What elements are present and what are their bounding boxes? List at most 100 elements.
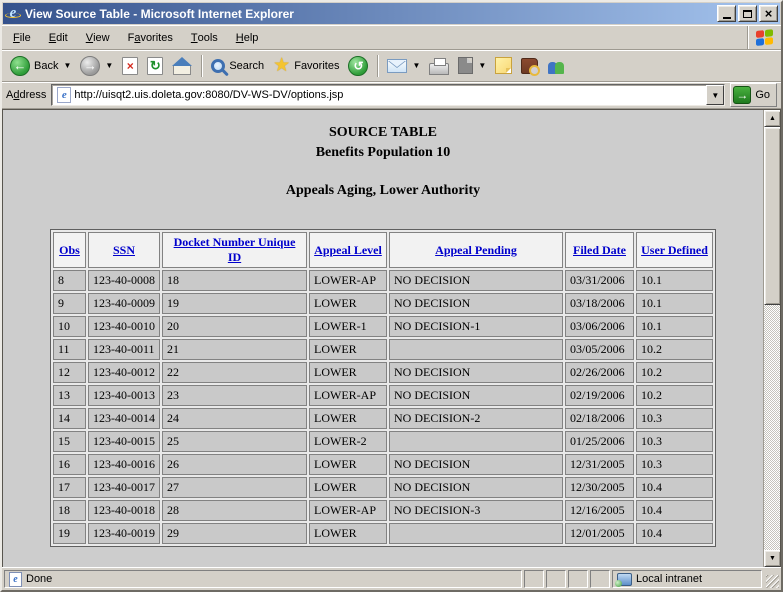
cell-docket: 28 — [162, 500, 307, 521]
col-header-user-defined[interactable]: User Defined — [636, 232, 713, 268]
favorites-star-icon: ★ — [273, 56, 290, 75]
browser-viewport: SOURCE TABLE Benefits Population 10 Appe… — [2, 109, 781, 567]
cell-filed_date: 02/19/2006 — [565, 385, 634, 406]
discuss-note-icon — [495, 57, 512, 74]
cell-ssn: 123-40-0011 — [88, 339, 160, 360]
page-content: SOURCE TABLE Benefits Population 10 Appe… — [3, 110, 763, 567]
col-header-appeal-level[interactable]: Appeal Level — [309, 232, 387, 268]
mail-dropdown-icon[interactable]: ▼ — [412, 61, 420, 70]
go-button[interactable]: → Go — [730, 83, 777, 107]
cell-appeal_pending: NO DECISION — [389, 477, 563, 498]
windows-flag-icon — [756, 29, 774, 47]
home-button[interactable] — [168, 52, 196, 80]
resize-grip[interactable] — [766, 575, 779, 588]
address-label: Address — [6, 89, 46, 101]
col-header-filed-date[interactable]: Filed Date — [565, 232, 634, 268]
scroll-up-button[interactable]: ▲ — [764, 110, 781, 127]
forward-dropdown-icon[interactable]: ▼ — [105, 61, 113, 70]
cell-docket: 26 — [162, 454, 307, 475]
cell-docket: 22 — [162, 362, 307, 383]
table-row: 16123-40-001626LOWERNO DECISION12/31/200… — [53, 454, 713, 475]
cell-user_defined: 10.4 — [636, 477, 713, 498]
cell-ssn: 123-40-0009 — [88, 293, 160, 314]
print-icon — [429, 63, 449, 75]
maximize-button[interactable] — [738, 5, 757, 22]
menu-item-file[interactable]: File — [4, 26, 40, 49]
col-header-ssn[interactable]: SSN — [88, 232, 160, 268]
cell-appeal_pending: NO DECISION — [389, 362, 563, 383]
menu-item-edit[interactable]: Edit — [40, 26, 77, 49]
search-button[interactable]: Search — [207, 52, 268, 80]
status-text: Done — [26, 573, 52, 585]
cell-appeal_level: LOWER — [309, 293, 387, 314]
cell-filed_date: 01/25/2006 — [565, 431, 634, 452]
menu-item-view[interactable]: View — [77, 26, 119, 49]
address-input[interactable]: e http://uisqt2.uis.doleta.gov:8080/DV-W… — [51, 84, 725, 106]
table-row: 18123-40-001828LOWER-APNO DECISION-312/1… — [53, 500, 713, 521]
search-icon — [211, 59, 225, 73]
cell-ssn: 123-40-0019 — [88, 523, 160, 544]
window-title: View Source Table - Microsoft Internet E… — [25, 7, 715, 21]
minimize-icon — [723, 17, 731, 19]
table-row: 9123-40-000919LOWERNO DECISION03/18/2006… — [53, 293, 713, 314]
scrollbar-thumb[interactable] — [764, 127, 781, 305]
menu-item-help[interactable]: Help — [227, 26, 268, 49]
status-pane — [568, 570, 588, 588]
cell-filed_date: 02/18/2006 — [565, 408, 634, 429]
cell-docket: 20 — [162, 316, 307, 337]
cell-appeal_pending: NO DECISION-1 — [389, 316, 563, 337]
page-subtitle: Appeals Aging, Lower Authority — [3, 181, 763, 201]
cell-obs: 13 — [53, 385, 86, 406]
stop-button[interactable]: × — [118, 52, 142, 80]
back-dropdown-icon[interactable]: ▼ — [63, 61, 71, 70]
cell-filed_date: 12/16/2005 — [565, 500, 634, 521]
forward-button[interactable]: → ▼ — [76, 52, 117, 80]
col-header-obs[interactable]: Obs — [53, 232, 86, 268]
refresh-button[interactable]: ↻ — [143, 52, 167, 80]
back-button[interactable]: ← Back ▼ — [6, 52, 75, 80]
table-header-row: Obs SSN Docket Number Unique ID Appeal L… — [53, 232, 713, 268]
favorites-button[interactable]: ★ Favorites — [269, 52, 343, 80]
menu-item-tools[interactable]: Tools — [182, 26, 227, 49]
mail-button[interactable]: ▼ — [383, 52, 424, 80]
minimize-button[interactable] — [717, 5, 736, 22]
cell-docket: 25 — [162, 431, 307, 452]
menu-bar-spacer — [267, 26, 747, 49]
browser-window: e View Source Table - Microsoft Internet… — [0, 0, 783, 592]
cell-obs: 17 — [53, 477, 86, 498]
cell-obs: 14 — [53, 408, 86, 429]
cell-appeal_level: LOWER-AP — [309, 500, 387, 521]
cell-appeal_pending: NO DECISION — [389, 270, 563, 291]
col-header-docket[interactable]: Docket Number Unique ID — [162, 232, 307, 268]
scroll-down-button[interactable]: ▼ — [764, 550, 781, 567]
discuss-button[interactable] — [491, 52, 516, 80]
cell-appeal_level: LOWER — [309, 408, 387, 429]
edit-dropdown-icon[interactable]: ▼ — [478, 61, 486, 70]
research-button[interactable] — [517, 52, 542, 80]
edit-button[interactable]: ▼ — [454, 52, 490, 80]
cell-filed_date: 12/01/2005 — [565, 523, 634, 544]
col-header-appeal-pending[interactable]: Appeal Pending — [389, 232, 563, 268]
address-dropdown-button[interactable]: ▼ — [706, 85, 724, 105]
local-intranet-icon — [617, 573, 632, 586]
cell-appeal_pending: NO DECISION — [389, 293, 563, 314]
table-body: 8123-40-000818LOWER-APNO DECISION03/31/2… — [53, 270, 713, 544]
cell-docket: 23 — [162, 385, 307, 406]
cell-filed_date: 03/05/2006 — [565, 339, 634, 360]
cell-ssn: 123-40-0010 — [88, 316, 160, 337]
page-title-line1: SOURCE TABLE — [3, 123, 763, 143]
vertical-scrollbar[interactable]: ▲ ▼ — [763, 110, 780, 567]
messenger-button[interactable] — [543, 52, 571, 80]
print-button[interactable] — [425, 52, 453, 80]
title-bar: e View Source Table - Microsoft Internet… — [3, 3, 780, 24]
cell-user_defined: 10.4 — [636, 523, 713, 544]
history-button[interactable]: ↺ — [344, 52, 372, 80]
forward-icon: → — [80, 56, 100, 76]
cell-appeal_pending: NO DECISION — [389, 454, 563, 475]
cell-docket: 18 — [162, 270, 307, 291]
cell-appeal_pending: NO DECISION-3 — [389, 500, 563, 521]
close-button[interactable]: × — [759, 5, 778, 22]
windows-logo — [747, 26, 781, 49]
messenger-icon — [547, 57, 567, 74]
menu-item-favorites[interactable]: Favorites — [119, 26, 182, 49]
